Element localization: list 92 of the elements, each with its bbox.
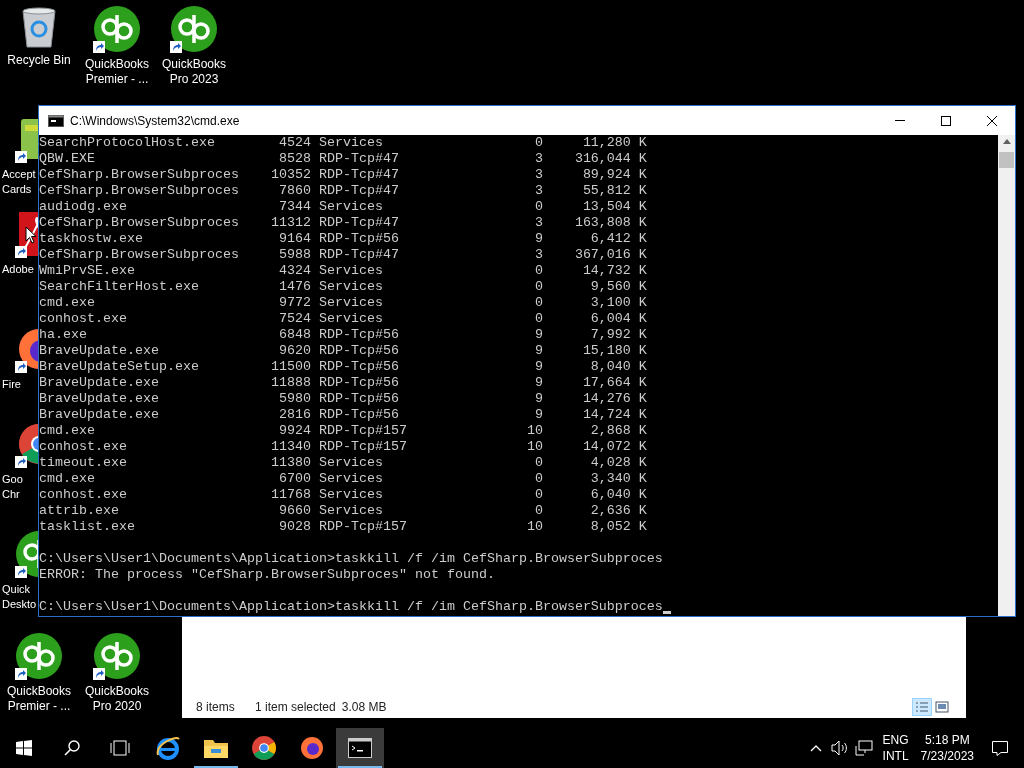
close-icon bbox=[987, 115, 997, 126]
quickbooks-logo-icon bbox=[170, 5, 218, 53]
command-prompt-icon bbox=[348, 738, 372, 758]
console-line: cmd.exe 6700 Services 0 3,340 K bbox=[39, 471, 647, 487]
desktop-icon-label[interactable]: Cards bbox=[2, 182, 32, 197]
desktop-icon-label[interactable]: QuickBooks bbox=[85, 684, 149, 699]
clock-date[interactable]: 7/23/2023 bbox=[920, 748, 974, 764]
chevron-up-icon[interactable] bbox=[809, 744, 822, 752]
desktop-icon-label[interactable]: Premier - ... bbox=[7, 699, 71, 714]
notification-icon[interactable] bbox=[992, 740, 1008, 756]
desktop-icon-label[interactable]: Chr bbox=[2, 487, 20, 502]
shortcut-arrow-icon bbox=[93, 668, 105, 680]
status-selection: 1 item selected bbox=[255, 699, 336, 716]
console-line: CefSharp.BrowserSubproces 10352 RDP-Tcp#47 3 89,924 K bbox=[39, 167, 647, 183]
maximize-icon bbox=[941, 115, 951, 126]
console-line: BraveUpdate.exe 2816 RDP-Tcp#56 9 14,724 K bbox=[39, 407, 647, 423]
clock-time[interactable]: 5:18 PM bbox=[924, 732, 970, 748]
console-line: conhost.exe 7524 Services 0 6,004 K bbox=[39, 311, 647, 327]
search-icon bbox=[64, 740, 80, 756]
window-title: C:\Windows\System32\cmd.exe bbox=[70, 112, 240, 130]
console-line: timeout.exe 11380 Services 0 4,028 K bbox=[39, 455, 647, 471]
console-line: C:\Users\User1\Documents\Application>taskkill /f /im CefSharp.BrowserSubproces bbox=[39, 551, 663, 567]
console-line: BraveUpdate.exe 11888 RDP-Tcp#56 9 17,664 K bbox=[39, 375, 647, 391]
desktop-icon-label[interactable]: Pro 2023 bbox=[169, 72, 219, 87]
console-line: conhost.exe 11768 Services 0 6,040 K bbox=[39, 487, 647, 503]
language-indicator[interactable]: ENG INTL bbox=[882, 732, 909, 764]
console-line: cmd.exe 9772 Services 0 3,100 K bbox=[39, 295, 647, 311]
console-line: taskhostw.exe 9164 RDP-Tcp#56 9 6,412 K bbox=[39, 231, 647, 247]
taskbar-app-button[interactable] bbox=[336, 728, 384, 768]
console-line: SearchProtocolHost.exe 4524 Services 0 11,280 K bbox=[39, 135, 647, 151]
shortcut-arrow-icon bbox=[15, 566, 27, 578]
console-line: attrib.exe 9660 Services 0 2,636 K bbox=[39, 503, 647, 519]
shortcut-arrow-icon bbox=[15, 361, 27, 373]
recycle-bin-icon bbox=[19, 5, 59, 49]
desktop-icon-label[interactable]: QuickBooks bbox=[162, 57, 226, 72]
console-line: tasklist.exe 9028 RDP-Tcp#157 10 8,052 K bbox=[39, 519, 647, 535]
console-line: audiodg.exe 7344 Services 0 13,504 K bbox=[39, 199, 647, 215]
desktop-icon-label[interactable]: QuickBooks bbox=[85, 57, 149, 72]
windows-logo-icon bbox=[16, 740, 32, 756]
chrome-icon bbox=[251, 735, 277, 761]
console-line: conhost.exe 11340 RDP-Tcp#157 10 14,072 K bbox=[39, 439, 647, 455]
speaker-icon[interactable] bbox=[830, 740, 849, 756]
desktop-icon-label[interactable]: Fire bbox=[2, 377, 21, 392]
shortcut-arrow-icon bbox=[15, 668, 27, 680]
console-line: BraveUpdateSetup.exe 11500 RDP-Tcp#56 9 8,040 K bbox=[39, 359, 647, 375]
scrollbar[interactable] bbox=[998, 135, 1015, 616]
scroll-up-icon[interactable] bbox=[1002, 139, 1011, 144]
desktop-icon-label[interactable]: Premier - ... bbox=[85, 72, 149, 87]
console-line: CefSharp.BrowserSubproces 11312 RDP-Tcp#47 3 163,808 K bbox=[39, 215, 647, 231]
scrollbar-thumb[interactable] bbox=[999, 152, 1014, 168]
desktop-icon-label[interactable]: Pro 2020 bbox=[92, 699, 142, 714]
task-view-icon bbox=[110, 740, 130, 756]
quickbooks-logo-icon bbox=[93, 5, 141, 53]
desktop-icon-label[interactable]: Adobe bbox=[2, 262, 34, 277]
quickbooks-logo-icon bbox=[15, 632, 63, 680]
details-list-icon bbox=[915, 701, 929, 713]
quickbooks-logo-icon bbox=[93, 632, 141, 680]
desktop-icon-label[interactable]: Accept bbox=[2, 167, 36, 182]
console-line: BraveUpdate.exe 9620 RDP-Tcp#56 9 15,180 K bbox=[39, 343, 647, 359]
text-cursor bbox=[662, 611, 671, 614]
desktop-icon-label[interactable]: Goo bbox=[2, 472, 23, 487]
tiles-view-button[interactable] bbox=[932, 698, 952, 716]
status-item-count: 8 items bbox=[196, 699, 236, 716]
console-line: BraveUpdate.exe 5980 RDP-Tcp#56 9 14,276 K bbox=[39, 391, 647, 407]
shortcut-arrow-icon bbox=[93, 41, 105, 53]
shortcut-arrow-icon bbox=[15, 151, 27, 163]
console-line: ha.exe 6848 RDP-Tcp#56 9 7,992 K bbox=[39, 327, 647, 343]
shortcut-arrow-icon bbox=[15, 456, 27, 468]
desktop-icon-label[interactable]: Deskto bbox=[2, 597, 37, 612]
command-prompt-icon bbox=[48, 114, 64, 127]
firefox-icon bbox=[299, 735, 325, 761]
console-line: CefSharp.BrowserSubproces 5988 RDP-Tcp#47 3 367,016 K bbox=[39, 247, 647, 263]
shortcut-arrow-icon bbox=[170, 41, 182, 53]
console-line: cmd.exe 9924 RDP-Tcp#157 10 2,868 K bbox=[39, 423, 647, 439]
running-indicator bbox=[338, 766, 382, 768]
shortcut-arrow-icon bbox=[15, 246, 27, 258]
network-icon[interactable] bbox=[854, 740, 873, 756]
status-size: 3.08 MB bbox=[341, 699, 387, 716]
large-icons-icon bbox=[935, 701, 949, 713]
command-input[interactable]: C:\Users\User1\Documents\Application>taskkill /f /im CefSharp.BrowserSubproces bbox=[39, 599, 663, 615]
console-line: CefSharp.BrowserSubproces 7860 RDP-Tcp#47 3 55,812 K bbox=[39, 183, 647, 199]
minimize-icon bbox=[895, 120, 905, 121]
desktop-icon-label[interactable]: Recycle Bin bbox=[7, 53, 71, 68]
console-line: ERROR: The process "CefSharp.BrowserSubproces" not found. bbox=[39, 567, 495, 583]
console-line: WmiPrvSE.exe 4324 Services 0 14,732 K bbox=[39, 263, 647, 279]
folder-icon bbox=[203, 737, 229, 759]
desktop-icon-label[interactable]: QuickBooks bbox=[7, 684, 71, 699]
console-line: QBW.EXE 8528 RDP-Tcp#47 3 316,044 K bbox=[39, 151, 647, 167]
running-indicator bbox=[194, 766, 238, 768]
desktop-icon-label[interactable]: Quick bbox=[2, 582, 31, 597]
console-line: SearchFilterHost.exe 1476 Services 0 9,560 K bbox=[39, 279, 647, 295]
internet-explorer-icon bbox=[155, 735, 181, 761]
